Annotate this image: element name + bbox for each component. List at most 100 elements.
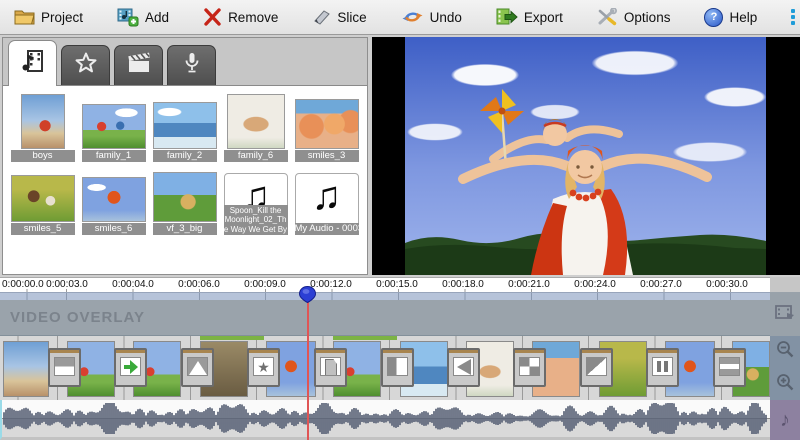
checkerboard-icon — [519, 357, 540, 376]
audio-waveform-track[interactable] — [0, 400, 770, 440]
help-icon: ? — [704, 8, 723, 27]
help-button[interactable]: ? Help — [704, 8, 757, 27]
pause-bars-icon — [652, 357, 673, 376]
bar-left-icon — [387, 357, 408, 376]
more-button[interactable]: More — [791, 9, 800, 25]
toolbar: Project Add Remove Slice Undo Export Opt… — [0, 0, 800, 35]
zoom-out-icon[interactable] — [775, 339, 795, 364]
track-controls-rail: ♪ — [770, 292, 800, 440]
diagonal-split-icon — [586, 357, 607, 376]
transition-button-diagonal-split[interactable] — [580, 348, 613, 387]
add-button[interactable]: Add — [117, 8, 169, 27]
thumbnail-boys — [21, 94, 65, 149]
clip-green-marker — [200, 336, 264, 340]
add-media-icon — [117, 8, 139, 27]
slice-button[interactable]: Slice — [312, 9, 366, 26]
audio-track-header[interactable]: ♪ — [770, 400, 800, 440]
transition-button-checkerboard[interactable] — [513, 348, 546, 387]
thumbnail-vf-3-big — [153, 172, 217, 222]
media-item-label: smiles_5 — [11, 223, 75, 235]
media-item-family-6[interactable]: family_6 — [220, 90, 291, 163]
transition-button-arrow-right[interactable] — [114, 348, 147, 387]
undo-label: Undo — [430, 10, 462, 25]
music-note-icon: ♫ — [312, 174, 342, 218]
transition-button-triangle-left[interactable] — [447, 348, 480, 387]
video-overlay-track[interactable]: VIDEO OVERLAY — [0, 300, 770, 336]
tab-record-audio[interactable] — [167, 45, 216, 85]
transition-button-triangle-up[interactable] — [181, 348, 214, 387]
folder-icon — [14, 9, 35, 25]
timeline: 0:00:00.0 0:00:03.0 0:00:04.0 0:00:06.0 … — [0, 277, 800, 440]
transition-button-split-horizontal[interactable] — [48, 348, 81, 387]
media-item-label: Spoon_Kill the Moonlight_02_The Way We G… — [224, 205, 288, 236]
media-item-label: vf_3_big — [153, 223, 217, 235]
playhead-marker[interactable] — [299, 286, 316, 308]
playhead-line — [307, 292, 309, 440]
star-tab-icon — [74, 51, 98, 80]
options-button[interactable]: Options — [597, 8, 671, 26]
slice-blade-icon — [312, 9, 331, 26]
overlay-track-icon — [775, 304, 795, 325]
project-button[interactable]: Project — [14, 9, 83, 25]
transition-button-page-turn[interactable] — [314, 348, 347, 387]
remove-button[interactable]: Remove — [203, 8, 278, 26]
clip-green-marker — [333, 336, 397, 340]
transition-button-pause-bars[interactable] — [646, 348, 679, 387]
media-item-my-audio[interactable]: ♫ My Audio - 0003 — [291, 163, 362, 236]
more-dots-icon — [791, 9, 795, 25]
overlay-track-header[interactable] — [770, 292, 800, 336]
timeline-scroll-strip[interactable] — [0, 292, 770, 300]
clapperboard-tab-icon — [126, 51, 152, 80]
triangle-up-icon — [187, 357, 208, 376]
media-bin-panel: boys family_1 family_2 family_6 smiles_3… — [2, 37, 368, 275]
media-item-label: smiles_6 — [82, 223, 146, 235]
media-item-vf-3-big[interactable]: vf_3_big — [149, 163, 220, 236]
media-item-label: family_1 — [82, 150, 146, 162]
zoom-controls — [770, 336, 800, 400]
media-item-smiles-3[interactable]: smiles_3 — [291, 90, 362, 163]
media-item-label: smiles_3 — [295, 150, 359, 162]
media-item-label: family_2 — [153, 150, 217, 162]
remove-label: Remove — [228, 10, 278, 25]
options-tools-icon — [597, 8, 618, 26]
media-item-smiles-6[interactable]: smiles_6 — [78, 163, 149, 236]
triangle-left-icon — [453, 357, 474, 376]
thumbnail-family-6 — [227, 94, 285, 149]
transition-button-star[interactable]: ★ — [247, 348, 280, 387]
thumbnail-family-2 — [153, 102, 217, 149]
media-item-boys[interactable]: boys — [7, 90, 78, 163]
video-preview — [372, 37, 800, 275]
media-item-family-1[interactable]: family_1 — [78, 90, 149, 163]
thumbnail-smiles-6 — [82, 177, 146, 222]
export-button[interactable]: Export — [496, 8, 563, 26]
video-editor-app: Project Add Remove Slice Undo Export Opt… — [0, 0, 800, 440]
transition-button-band-horizontal[interactable] — [713, 348, 746, 387]
video-overlay-label: VIDEO OVERLAY — [0, 309, 145, 326]
media-item-spoon-audio[interactable]: ♫ Spoon_Kill the Moonlight_02_The Way We… — [220, 163, 291, 236]
timeline-clip-boys[interactable] — [3, 341, 49, 397]
zoom-in-icon[interactable] — [775, 372, 795, 397]
options-label: Options — [624, 10, 671, 25]
media-clips-tab-icon — [20, 49, 46, 78]
microphone-tab-icon — [180, 51, 204, 80]
tab-favorites[interactable] — [61, 45, 110, 85]
media-tabs-bar — [3, 38, 367, 86]
timeline-ruler[interactable]: 0:00:00.0 0:00:03.0 0:00:04.0 0:00:06.0 … — [0, 277, 770, 292]
tab-clapperboard[interactable] — [114, 45, 163, 85]
undo-button[interactable]: Undo — [401, 9, 462, 25]
media-item-label: My Audio - 0003 — [295, 223, 359, 235]
transition-button-bar-left[interactable] — [381, 348, 414, 387]
thumbnail-smiles-5 — [11, 175, 75, 222]
audio-waveform — [2, 400, 770, 437]
export-icon — [496, 8, 518, 26]
media-grid: boys family_1 family_2 family_6 smiles_3… — [3, 86, 367, 236]
media-item-smiles-5[interactable]: smiles_5 — [7, 163, 78, 236]
tab-media-clips[interactable] — [8, 40, 57, 86]
preview-frame-image — [405, 37, 766, 275]
video-clip-track: ★ — [0, 336, 770, 400]
strip-tick-marks — [0, 293, 770, 300]
slice-label: Slice — [337, 10, 366, 25]
media-item-family-2[interactable]: family_2 — [149, 90, 220, 163]
undo-arrows-icon — [401, 9, 424, 25]
thumbnail-family-1 — [82, 104, 146, 149]
